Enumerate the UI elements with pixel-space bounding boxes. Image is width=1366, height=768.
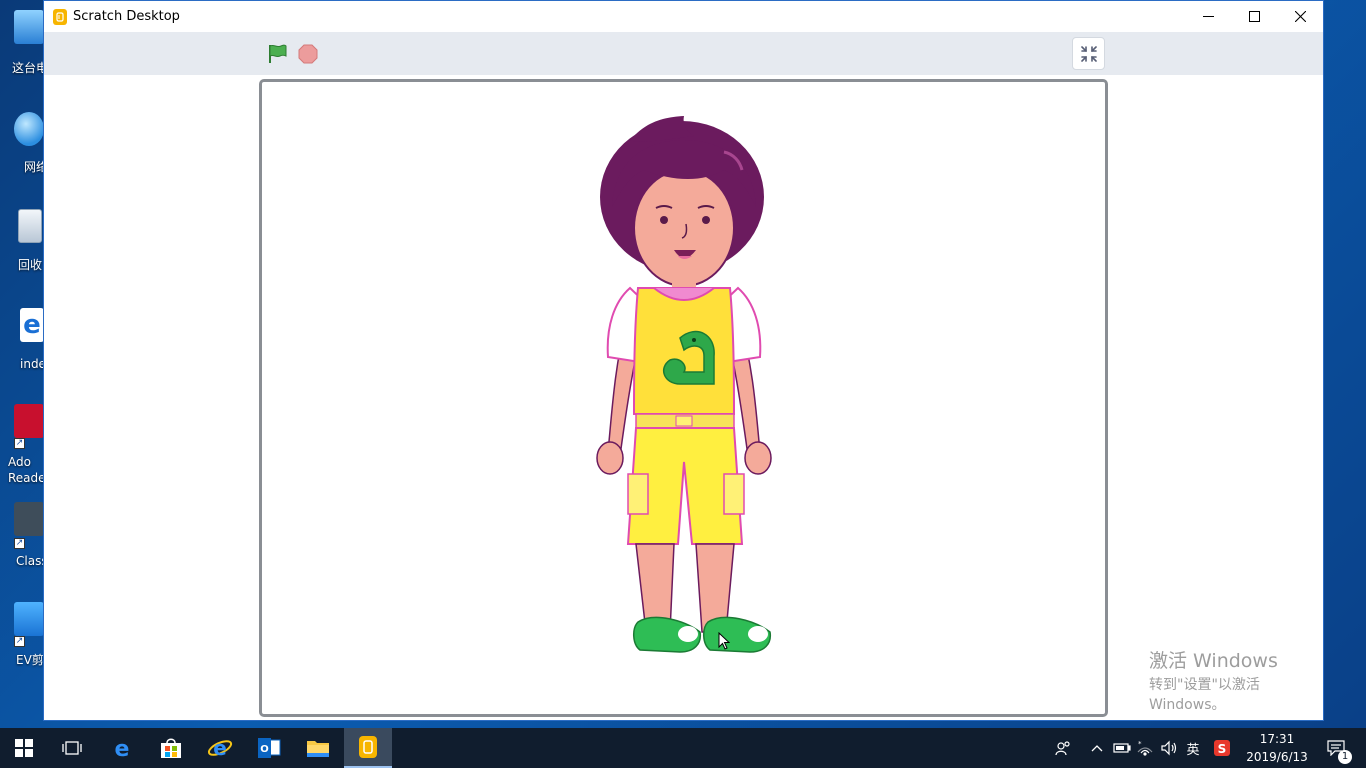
adobe-reader-icon — [14, 404, 44, 438]
desktop-icon-label: 回收 — [18, 258, 43, 272]
sogou-icon: S — [1214, 740, 1230, 756]
this-pc-icon — [14, 10, 44, 44]
store-icon — [161, 738, 181, 758]
minimize-button[interactable] — [1185, 1, 1231, 32]
stage[interactable] — [259, 79, 1108, 717]
maximize-icon — [1248, 11, 1260, 22]
activation-watermark-hint: 转到"设置"以激活 Windows。 — [1149, 677, 1260, 713]
volume-button[interactable] — [1158, 728, 1180, 768]
stage-toolbar — [44, 32, 1323, 75]
svg-text:e: e — [115, 737, 130, 760]
desktop-icon-network[interactable]: 网络 — [0, 104, 48, 178]
clock-time: 17:31 — [1259, 732, 1295, 746]
close-icon — [1294, 11, 1306, 22]
clock-date: 2019/6/13 — [1246, 750, 1308, 764]
desktop-icon-adobe-reader[interactable]: ↗ Ado Reade — [0, 400, 46, 490]
desktop-icon-label: EV剪 — [16, 653, 44, 667]
green-flag-icon — [269, 44, 287, 63]
unfullscreen-icon — [1080, 45, 1097, 62]
start-icon — [15, 739, 33, 757]
mouse-cursor-icon — [718, 632, 730, 650]
ev-editor-icon — [14, 602, 44, 636]
ie-icon: e — [207, 736, 233, 760]
system-clock[interactable]: 17:31 2019/6/13 — [1240, 730, 1314, 766]
window-title: Scratch Desktop — [73, 9, 180, 24]
ie-button[interactable]: e — [196, 728, 244, 768]
network-icon — [14, 112, 44, 146]
outlook-button[interactable]: O — [245, 728, 293, 768]
activation-watermark: 激活 Windows 转到"设置"以激活 Windows。 — [1149, 649, 1323, 715]
svg-text:e: e — [213, 736, 227, 760]
minimize-icon — [1202, 16, 1214, 17]
desktop-icon-this-pc[interactable]: 这台电 — [0, 4, 48, 78]
svg-text:*: * — [1138, 740, 1142, 748]
close-button[interactable] — [1277, 1, 1323, 32]
scratch-window: Scratch Desktop 激活 Windows 转到"设置"以激活 Win… — [43, 0, 1324, 721]
edge-icon: e — [115, 737, 130, 760]
stop-button[interactable] — [297, 43, 319, 65]
people-button[interactable] — [1050, 728, 1076, 768]
green-flag-button[interactable] — [264, 42, 290, 66]
outlook-icon: O — [258, 738, 281, 758]
shortcut-arrow-icon: ↗ — [14, 538, 25, 549]
chevron-up-icon — [1091, 745, 1103, 752]
start-button[interactable] — [0, 728, 48, 768]
svg-text:O: O — [260, 744, 269, 755]
svg-text:S: S — [1218, 742, 1227, 756]
desktop-icon-index[interactable]: e inde — [0, 302, 46, 376]
desktop-icon-label: Ado Reade — [8, 455, 46, 485]
taskbar: e e O * 英 S 17:31 2019/6/13 1 — [0, 728, 1366, 768]
people-icon — [1055, 741, 1070, 756]
shortcut-arrow-icon: ↗ — [14, 636, 25, 647]
task-view-button[interactable] — [48, 728, 96, 768]
speaker-icon — [1161, 740, 1177, 756]
file-explorer-icon — [307, 741, 329, 757]
unfullscreen-button[interactable] — [1072, 37, 1105, 70]
input-method-indicator[interactable]: 英 — [1182, 728, 1204, 768]
ie-shortcut-icon: e — [20, 308, 44, 342]
stop-icon — [298, 44, 318, 64]
stage-area — [44, 75, 1323, 720]
desktop-icon-classin[interactable]: ↗ Class — [0, 500, 48, 574]
activation-watermark-title: 激活 Windows — [1149, 650, 1278, 672]
action-center-button[interactable]: 1 — [1318, 728, 1354, 768]
shortcut-arrow-icon: ↗ — [14, 438, 25, 449]
boy-character-sprite[interactable] — [584, 112, 784, 662]
desktop-icon-ev-editor[interactable]: ↗ EV剪 — [0, 598, 44, 672]
edge-button[interactable]: e — [98, 728, 146, 768]
network-status[interactable]: * — [1134, 728, 1156, 768]
battery-icon — [1113, 743, 1131, 753]
classin-icon — [14, 502, 44, 536]
recycle-bin-icon — [18, 209, 42, 243]
sogou-ime-button[interactable]: S — [1210, 728, 1234, 768]
scratch-taskbar-button[interactable] — [344, 728, 392, 768]
notification-count-badge: 1 — [1338, 750, 1352, 764]
battery-status[interactable] — [1112, 728, 1132, 768]
window-controls — [1185, 1, 1323, 32]
wifi-icon: * — [1137, 740, 1153, 756]
scratch-app-icon — [53, 8, 67, 25]
store-button[interactable] — [147, 728, 195, 768]
task-view-icon — [62, 741, 82, 755]
desktop-icon-recycle-bin[interactable]: 回收 — [0, 203, 44, 277]
scratch-icon — [359, 736, 377, 758]
title-bar[interactable]: Scratch Desktop — [44, 1, 1323, 32]
file-explorer-button[interactable] — [294, 728, 342, 768]
maximize-button[interactable] — [1231, 1, 1277, 32]
show-hidden-icons-button[interactable] — [1088, 728, 1106, 768]
